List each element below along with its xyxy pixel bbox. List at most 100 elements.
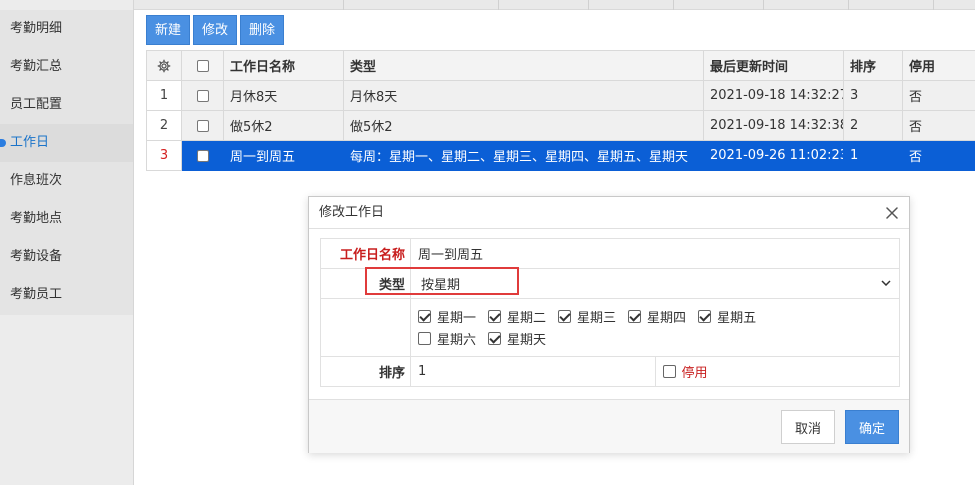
form-table: 工作日名称 周一到周五 类型 按星期 星期一 星期二 星期三 星期四 星期五 星期六 星期… xyxy=(320,238,900,387)
cell-order: 2 xyxy=(843,110,903,141)
row-checkbox[interactable] xyxy=(196,119,209,132)
gear-icon[interactable] xyxy=(157,59,171,73)
day-checkbox[interactable] xyxy=(628,310,642,323)
row-number: 2 xyxy=(146,110,182,141)
day-option-mon[interactable]: 星期一 xyxy=(418,306,476,328)
table-row-selected[interactable]: 3 周一到周五 每周：星期一、星期二、星期三、星期四、星期五、星期天 2021-… xyxy=(146,140,975,171)
day-label: 星期六 xyxy=(437,333,477,348)
tab-strip xyxy=(134,0,975,10)
row-checkbox-cell xyxy=(181,80,224,111)
type-label: 类型 xyxy=(320,268,411,299)
tab-stub[interactable] xyxy=(849,0,934,10)
cancel-button[interactable]: 取消 xyxy=(781,410,835,444)
toolbar: 新建 修改 删除 xyxy=(146,15,285,45)
day-option-fri[interactable]: 星期五 xyxy=(698,306,756,328)
name-field[interactable]: 周一到周五 xyxy=(410,238,900,269)
sidebar-item-label: 考勤地点 xyxy=(10,211,63,226)
sidebar-item-shift[interactable]: 作息班次 xyxy=(0,162,133,200)
dialog-footer: 取消 确定 xyxy=(309,399,909,453)
order-field[interactable]: 1 xyxy=(410,356,656,387)
table-header-row: 工作日名称 类型 最后更新时间 排序 停用 xyxy=(146,50,975,81)
delete-button[interactable]: 删除 xyxy=(240,15,285,45)
new-button[interactable]: 新建 xyxy=(146,15,191,45)
sidebar-item-device[interactable]: 考勤设备 xyxy=(0,238,133,276)
header-updated[interactable]: 最后更新时间 xyxy=(703,50,844,81)
day-option-thu[interactable]: 星期四 xyxy=(628,306,686,328)
tab-stub[interactable] xyxy=(674,0,764,10)
type-select[interactable]: 按星期 xyxy=(410,268,900,299)
cell-disabled: 否 xyxy=(902,80,975,111)
row-number: 1 xyxy=(146,80,182,111)
form-row-order: 排序 1 停用 xyxy=(320,356,900,387)
day-label: 星期五 xyxy=(717,311,757,326)
cell-type: 做5休2 xyxy=(343,110,704,141)
order-label: 排序 xyxy=(320,356,411,387)
close-icon[interactable] xyxy=(885,206,899,220)
sidebar-item-attendance-staff[interactable]: 考勤员工 xyxy=(0,276,133,314)
edit-button[interactable]: 修改 xyxy=(193,15,238,45)
sidebar-item-location[interactable]: 考勤地点 xyxy=(0,200,133,238)
header-name[interactable]: 工作日名称 xyxy=(223,50,344,81)
cell-name: 做5休2 xyxy=(223,110,344,141)
cell-updated: 2021-09-26 11:02:23 xyxy=(703,140,844,171)
header-type[interactable]: 类型 xyxy=(343,50,704,81)
day-checkbox[interactable] xyxy=(488,332,502,345)
cell-disabled: 否 xyxy=(902,140,975,171)
cell-name: 周一到周五 xyxy=(223,140,344,171)
tab-stub[interactable] xyxy=(344,0,499,10)
sidebar-item-label: 考勤汇总 xyxy=(10,59,63,74)
select-all-checkbox[interactable] xyxy=(196,59,209,72)
form-row-name: 工作日名称 周一到周五 xyxy=(320,238,900,269)
cell-disabled: 否 xyxy=(902,110,975,141)
table-row[interactable]: 1 月休8天 月休8天 2021-09-18 14:32:27 3 否 xyxy=(146,80,975,111)
day-option-sun[interactable]: 星期天 xyxy=(488,328,546,350)
cell-updated: 2021-09-18 14:32:38 xyxy=(703,110,844,141)
row-checkbox[interactable] xyxy=(196,89,209,102)
day-label: 星期四 xyxy=(647,311,687,326)
sidebar-item-workday[interactable]: 工作日 xyxy=(0,124,133,162)
sidebar: 考勤明细 考勤汇总 员工配置 工作日 作息班次 考勤地点 考勤设备 考勤员工 xyxy=(0,0,133,485)
day-label: 星期二 xyxy=(507,311,547,326)
day-checkbox[interactable] xyxy=(418,310,431,323)
cell-type: 每周：星期一、星期二、星期三、星期四、星期五、星期天 xyxy=(343,140,704,171)
dialog-title: 修改工作日 xyxy=(319,205,385,220)
sidebar-item-label: 考勤员工 xyxy=(10,287,63,302)
table-row[interactable]: 2 做5休2 做5休2 2021-09-18 14:32:38 2 否 xyxy=(146,110,975,141)
day-checkbox[interactable] xyxy=(488,310,502,323)
day-checkbox[interactable] xyxy=(418,332,431,345)
dialog-form: 工作日名称 周一到周五 类型 按星期 星期一 星期二 星期三 星期四 星期五 星期六 星期… xyxy=(320,238,900,387)
tab-stub[interactable] xyxy=(764,0,849,10)
tab-stub[interactable] xyxy=(229,0,344,10)
disable-option[interactable]: 停用 xyxy=(654,356,900,387)
select-all-cell xyxy=(181,50,224,81)
day-option-tue[interactable]: 星期二 xyxy=(488,306,546,328)
tab-stub[interactable] xyxy=(589,0,674,10)
name-label: 工作日名称 xyxy=(320,238,411,269)
sidebar-item-label: 员工配置 xyxy=(10,97,63,112)
cell-type: 月休8天 xyxy=(343,80,704,111)
cell-updated: 2021-09-18 14:32:27 xyxy=(703,80,844,111)
header-disabled[interactable]: 停用 xyxy=(902,50,975,81)
row-checkbox[interactable] xyxy=(196,149,209,162)
sidebar-item-label: 作息班次 xyxy=(10,173,63,188)
cell-order: 3 xyxy=(843,80,903,111)
day-option-sat[interactable]: 星期六 xyxy=(418,328,476,350)
day-option-wed[interactable]: 星期三 xyxy=(558,306,616,328)
sidebar-item-employee-config[interactable]: 员工配置 xyxy=(0,86,133,124)
chevron-down-icon xyxy=(881,280,891,286)
workday-table: 工作日名称 类型 最后更新时间 排序 停用 1 月休8天 月休8天 2021-0… xyxy=(146,50,975,171)
day-label: 星期三 xyxy=(577,311,617,326)
tab-stub[interactable] xyxy=(499,0,589,10)
sidebar-item-attendance-summary[interactable]: 考勤汇总 xyxy=(0,48,133,86)
sidebar-item-attendance-detail[interactable]: 考勤明细 xyxy=(0,10,133,48)
row-number: 3 xyxy=(146,140,182,171)
column-settings-cell[interactable] xyxy=(146,50,182,81)
day-checkbox[interactable] xyxy=(558,310,572,323)
day-label: 星期天 xyxy=(507,333,547,348)
active-indicator xyxy=(0,139,6,147)
cell-order: 1 xyxy=(843,140,903,171)
disable-checkbox[interactable] xyxy=(662,365,676,378)
confirm-button[interactable]: 确定 xyxy=(845,410,899,444)
day-checkbox[interactable] xyxy=(698,310,712,323)
header-order[interactable]: 排序 xyxy=(843,50,903,81)
